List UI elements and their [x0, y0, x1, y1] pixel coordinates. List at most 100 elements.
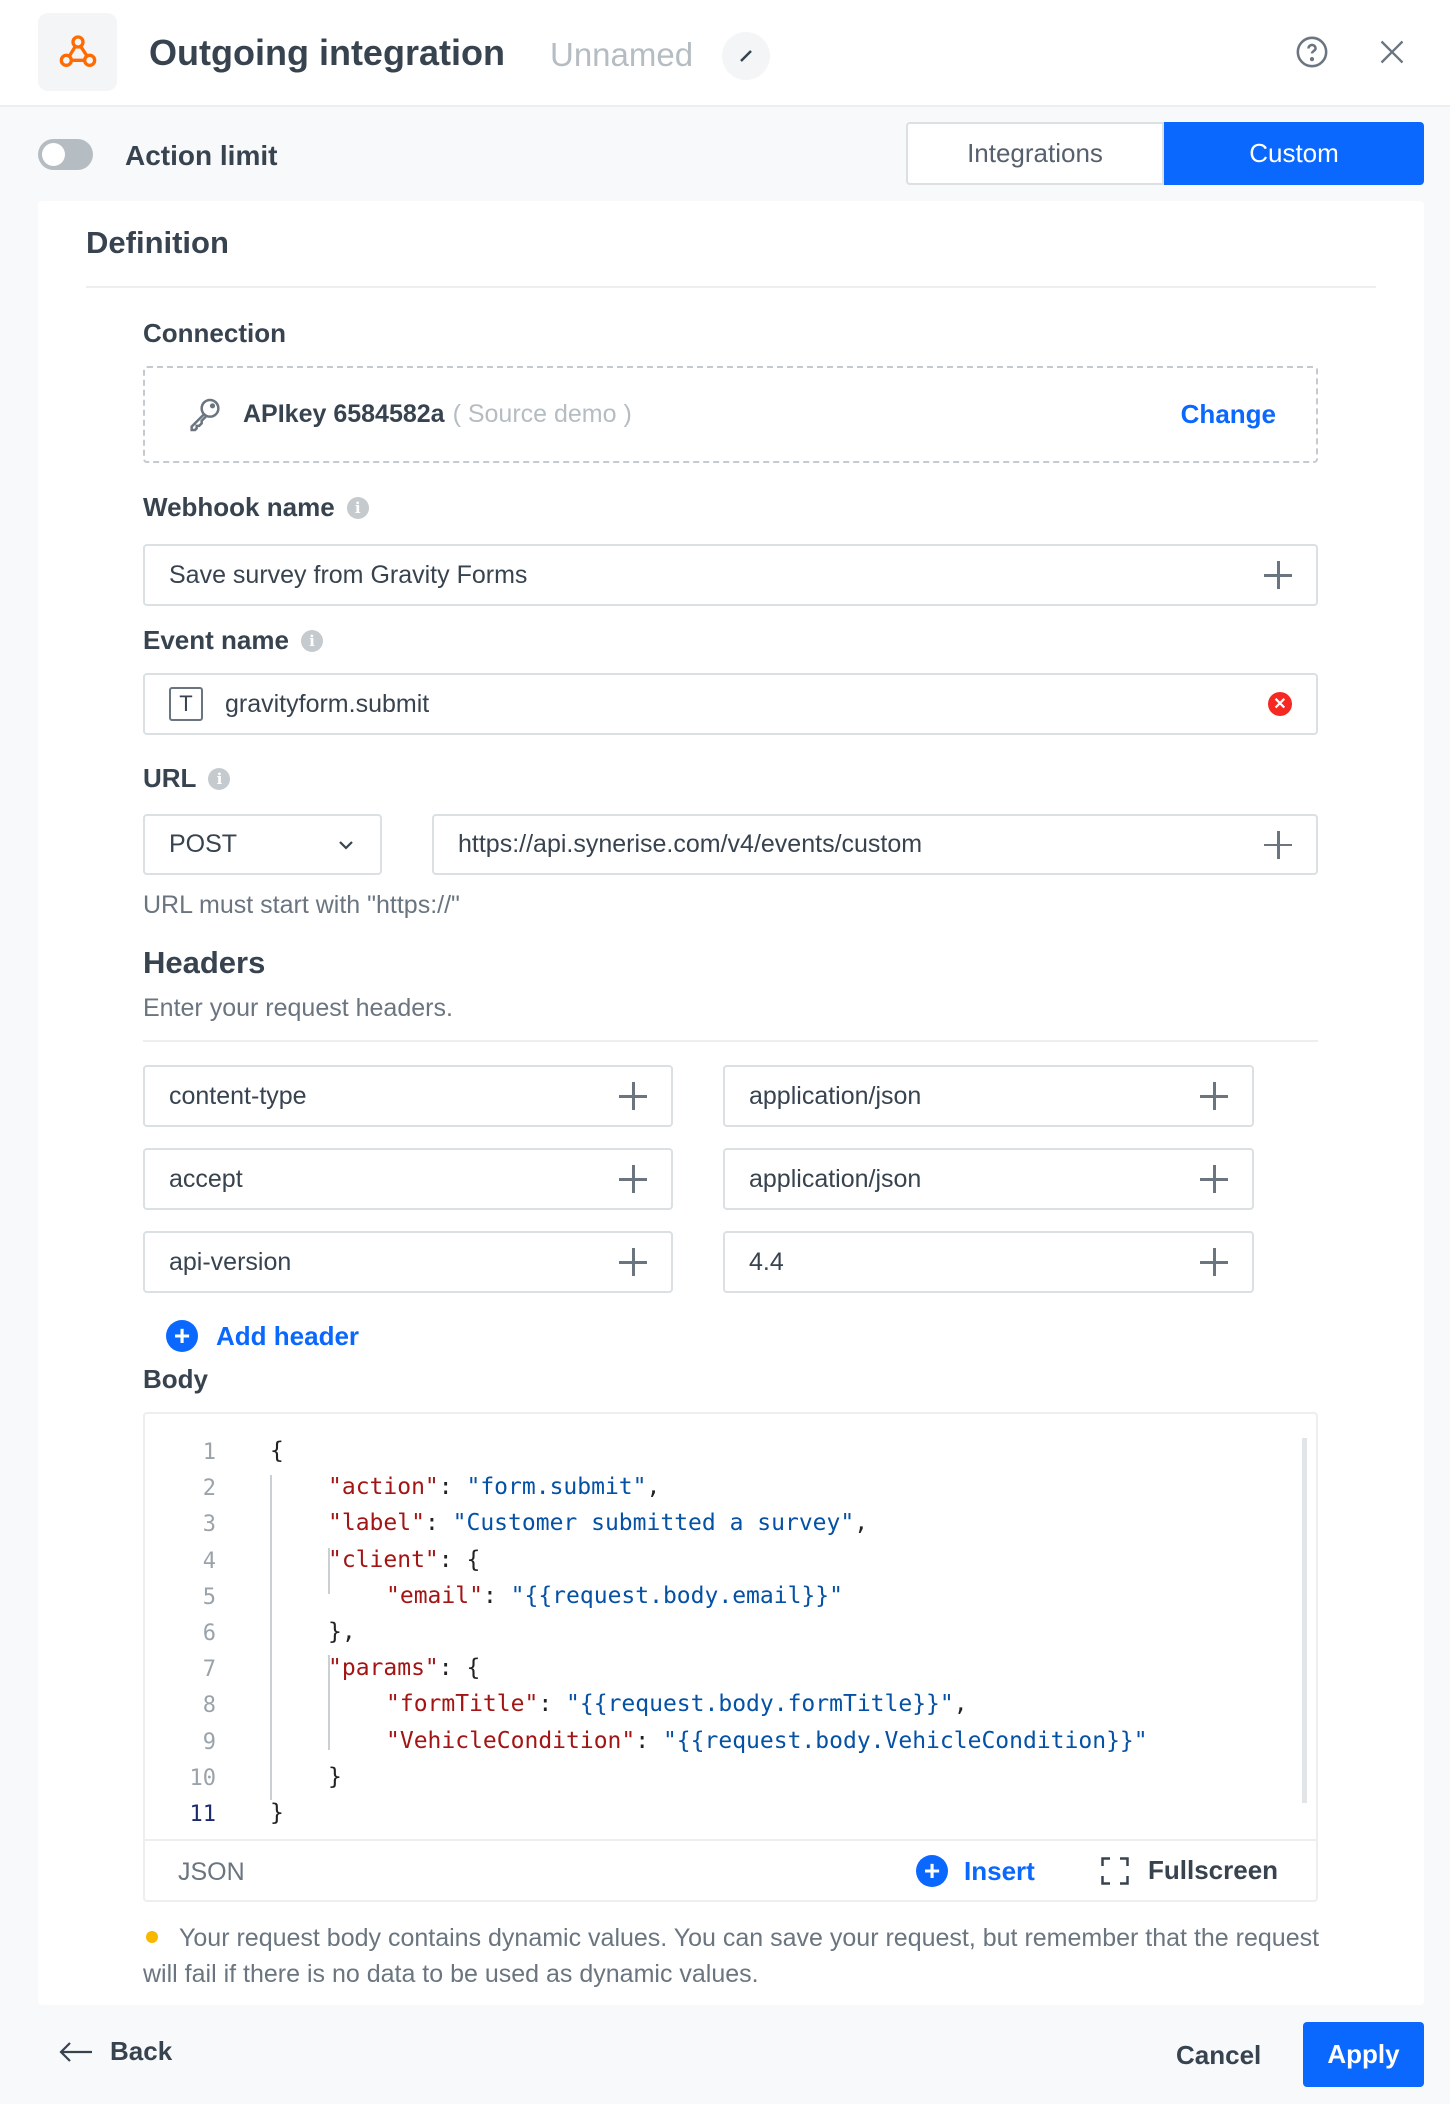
indent-guide: [328, 1548, 330, 1594]
code-token: :: [424, 1510, 453, 1537]
plus-icon[interactable]: [619, 1165, 647, 1193]
info-icon[interactable]: i: [346, 496, 369, 519]
event-name-value: gravityform.submit: [225, 689, 430, 718]
code-token: "client": [328, 1546, 439, 1573]
code-token: }: [270, 1800, 284, 1826]
close-button[interactable]: [1370, 30, 1414, 74]
body-label: Body: [143, 1364, 208, 1394]
line-number: 5: [202, 1584, 216, 1610]
code-token: ,: [854, 1510, 869, 1537]
edit-name-button[interactable]: [722, 32, 770, 80]
code-token: }: [328, 1763, 342, 1790]
url-input[interactable]: https://api.synerise.com/v4/events/custo…: [432, 814, 1318, 875]
code-line: "email": "{{request.body.email}}": [386, 1583, 843, 1609]
plus-icon[interactable]: [1200, 1082, 1228, 1110]
cancel-button[interactable]: Cancel: [1176, 2040, 1261, 2071]
help-button[interactable]: [1290, 30, 1334, 74]
header-key-input[interactable]: content-type: [143, 1065, 673, 1127]
url-label: URL i: [143, 763, 231, 794]
event-name-input[interactable]: T gravityform.submit ✕: [143, 673, 1318, 735]
key-icon: [190, 398, 220, 431]
code-token: "action": [328, 1474, 439, 1501]
section-title: Definition: [86, 225, 229, 260]
info-icon[interactable]: i: [208, 767, 231, 790]
plus-icon[interactable]: [1200, 1165, 1228, 1193]
header-value-input[interactable]: 4.4: [723, 1231, 1254, 1293]
tab-custom[interactable]: Custom: [1164, 122, 1424, 185]
line-number: 1: [202, 1440, 216, 1465]
line-number: 7: [202, 1657, 216, 1683]
apply-button[interactable]: Apply: [1303, 2022, 1424, 2087]
line-number: 10: [189, 1765, 217, 1791]
code-token: :: [538, 1691, 567, 1718]
plus-icon[interactable]: [1200, 1248, 1228, 1276]
code-token: :: [482, 1582, 511, 1609]
clear-icon[interactable]: ✕: [1268, 692, 1292, 716]
line-number: 2: [202, 1476, 216, 1502]
header-key-input[interactable]: accept: [143, 1148, 673, 1210]
plus-icon[interactable]: [1264, 830, 1292, 859]
code-token: "form.submit": [466, 1474, 647, 1501]
event-name-label-text: Event name: [143, 625, 289, 655]
header-value-input[interactable]: application/json: [723, 1065, 1254, 1127]
line-number: 8: [202, 1693, 216, 1719]
event-name-label: Event name i: [143, 625, 323, 656]
code-editor[interactable]: [143, 1412, 1318, 1902]
plus-icon[interactable]: [1264, 561, 1292, 589]
back-button[interactable]: Back: [58, 2036, 172, 2067]
fullscreen-label: Fullscreen: [1148, 1855, 1279, 1885]
divider: [86, 286, 1376, 288]
code-token: ,: [646, 1474, 661, 1501]
plus-icon[interactable]: [619, 1082, 647, 1110]
webhook-name-label: Webhook name i: [143, 492, 369, 523]
code-token: "Customer submitted a survey": [452, 1510, 855, 1537]
text-type-icon: T: [169, 687, 203, 721]
fullscreen-icon: [1101, 1856, 1129, 1885]
header-value-input[interactable]: application/json: [723, 1148, 1254, 1210]
question-circle-icon: [1296, 36, 1328, 68]
headers-title: Headers: [143, 945, 266, 980]
code-token: },: [328, 1619, 356, 1645]
code-token: "VehicleCondition": [386, 1727, 636, 1754]
webhook-name-value: Save survey from Gravity Forms: [169, 560, 528, 589]
code-line: "action": "form.submit",: [328, 1474, 660, 1500]
indent-guide: [328, 1655, 330, 1750]
code-line: "params": {: [328, 1655, 480, 1681]
add-header-button[interactable]: + Add header: [166, 1320, 359, 1352]
header-key-input[interactable]: api-version: [143, 1231, 673, 1293]
arrow-left-icon: [59, 2041, 92, 2062]
action-limit-toggle[interactable]: [38, 139, 93, 170]
integration-name[interactable]: Unnamed: [550, 36, 693, 74]
info-icon[interactable]: i: [300, 629, 323, 652]
code-token: "{{request.body.email}}": [510, 1582, 843, 1609]
action-limit-label: Action limit: [125, 140, 278, 171]
code-token: "params": [328, 1655, 439, 1682]
insert-label: Insert: [964, 1855, 1035, 1886]
webhook-name-input[interactable]: Save survey from Gravity Forms: [143, 544, 1318, 606]
divider: [145, 1839, 1316, 1841]
code-token: "email": [386, 1582, 483, 1609]
code-token: : {: [438, 1655, 481, 1682]
page-title: Outgoing integration: [149, 32, 505, 73]
header-value-value: application/json: [749, 1081, 922, 1110]
dynamic-values-warning: Your request body contains dynamic value…: [143, 1924, 1320, 1988]
webhook-icon: [38, 13, 117, 91]
code-token: :: [635, 1727, 663, 1754]
line-number: 3: [202, 1512, 216, 1538]
insert-button[interactable]: + Insert: [916, 1855, 1035, 1887]
code-line: },: [328, 1619, 356, 1645]
connection-label: Connection: [143, 318, 286, 348]
url-value: https://api.synerise.com/v4/events/custo…: [458, 830, 923, 858]
code-token: : {: [438, 1546, 481, 1573]
code-token: "{{request.body.VehicleCondition}}": [662, 1727, 1148, 1754]
code-token: "label": [328, 1510, 425, 1537]
line-number: 11: [189, 1802, 217, 1827]
method-select[interactable]: POST: [143, 814, 382, 875]
fullscreen-button[interactable]: Fullscreen: [1100, 1855, 1278, 1886]
pencil-icon: [740, 50, 752, 62]
editor-scrollbar[interactable]: [1302, 1438, 1307, 1803]
plus-icon[interactable]: [619, 1248, 647, 1276]
change-connection-button[interactable]: Change: [1181, 399, 1276, 430]
chevron-down-icon: [339, 840, 353, 850]
tab-integrations[interactable]: Integrations: [906, 122, 1164, 185]
